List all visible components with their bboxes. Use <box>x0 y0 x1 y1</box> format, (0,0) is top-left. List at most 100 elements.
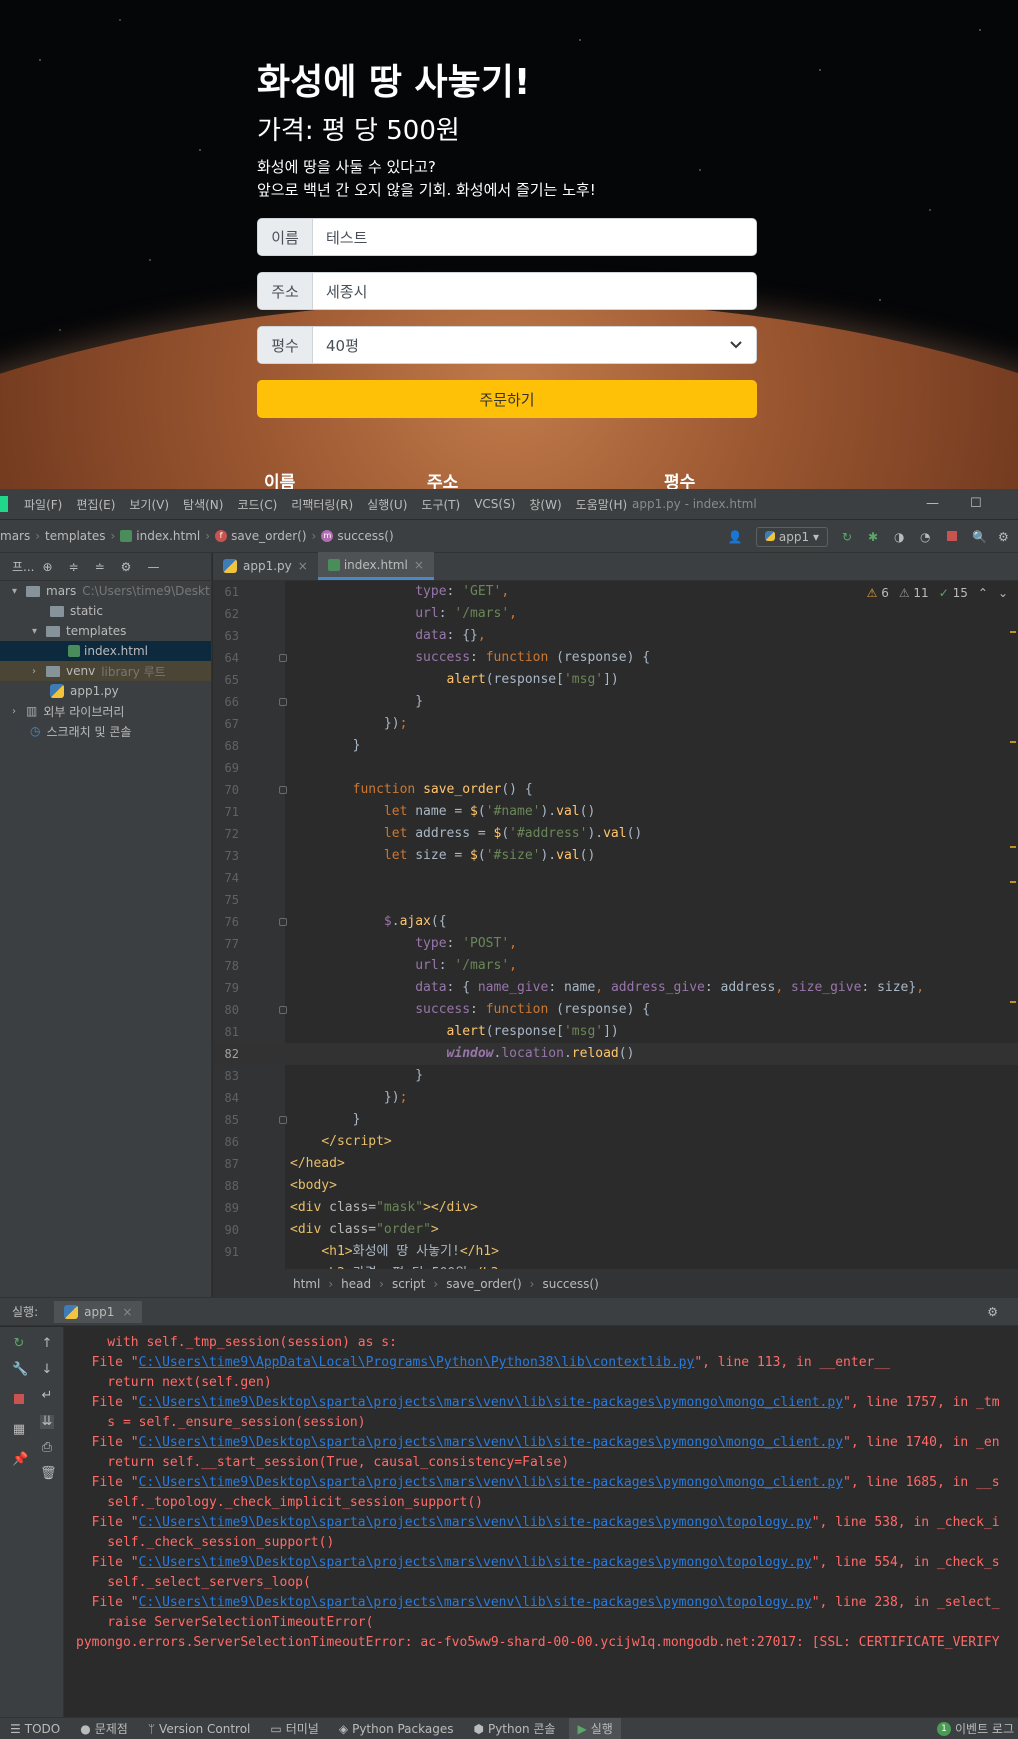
layout-icon[interactable]: ▦ <box>12 1423 26 1437</box>
gear-icon[interactable]: ⚙ <box>998 530 1012 544</box>
version-control-tool[interactable]: ᛘ Version Control <box>148 1722 251 1736</box>
rerun-icon[interactable]: ↻ <box>842 530 856 544</box>
menu-refactor[interactable]: 리팩터링(R) <box>291 496 353 513</box>
run-tool[interactable]: ▶ 실행 <box>569 1718 621 1739</box>
wrench-icon[interactable]: 🔧 <box>12 1363 28 1377</box>
project-panel-title[interactable]: 프... <box>12 558 34 575</box>
settings-icon[interactable]: ⚙ <box>121 560 132 574</box>
chevron-right-icon[interactable]: › <box>12 706 24 717</box>
stop-icon[interactable] <box>12 1393 26 1407</box>
error-stripe-marker[interactable] <box>1010 631 1016 633</box>
code-crumb-html[interactable]: html <box>293 1277 320 1291</box>
profile-icon[interactable]: ◔ <box>920 530 934 544</box>
menu-file[interactable]: 파일(F) <box>24 496 62 513</box>
close-icon[interactable]: × <box>298 559 308 573</box>
error-stripe-marker[interactable] <box>1010 881 1016 883</box>
tree-item-scratches[interactable]: ◷ 스크래치 및 콘솔 <box>0 721 211 741</box>
expand-all-icon[interactable]: ≑ <box>69 560 79 574</box>
chevron-right-icon[interactable]: › <box>32 666 44 677</box>
file-link[interactable]: C:\Users\time9\Desktop\sparta\projects\m… <box>139 1395 843 1410</box>
python-packages-tool[interactable]: ◈ Python Packages <box>339 1722 454 1736</box>
fold-marker[interactable] <box>279 698 287 706</box>
breadcrumb-mars[interactable]: mars <box>0 529 30 543</box>
tree-item-index-html[interactable]: index.html <box>0 641 211 661</box>
arrow-up-icon[interactable]: ↑ <box>40 1337 54 1351</box>
menu-vcs[interactable]: VCS(S) <box>474 497 515 511</box>
rerun-icon[interactable]: ↻ <box>12 1337 26 1351</box>
code-crumb-script[interactable]: script <box>392 1277 425 1291</box>
fold-marker[interactable] <box>279 654 287 662</box>
file-link[interactable]: C:\Users\time9\Desktop\sparta\projects\m… <box>139 1595 812 1610</box>
code-area[interactable]: ⚠ 6 ⚠ 11 ✓ 15 ⌃ ⌄ 61 type: 'GET', 62 url… <box>213 581 1018 1269</box>
file-link[interactable]: C:\Users\time9\Desktop\sparta\projects\m… <box>139 1435 843 1450</box>
file-link[interactable]: C:\Users\time9\AppData\Local\Programs\Py… <box>139 1355 695 1370</box>
close-icon[interactable]: × <box>414 558 424 572</box>
problems-tool[interactable]: ● 문제점 <box>80 1720 128 1737</box>
run-config-select[interactable]: app1 ▾ <box>755 527 828 547</box>
gear-icon[interactable]: ⚙ <box>987 1305 998 1319</box>
name-input[interactable]: 테스트 <box>313 219 756 255</box>
breadcrumb-templates[interactable]: templates <box>45 529 105 543</box>
error-stripe-marker[interactable] <box>1010 741 1016 743</box>
user-icon[interactable]: 👤 <box>728 530 743 544</box>
menu-run[interactable]: 실행(U) <box>367 496 407 513</box>
address-input[interactable]: 세종시 <box>313 273 756 309</box>
close-icon[interactable]: × <box>122 1305 132 1319</box>
tree-item-mars[interactable]: ▾ mars C:\Users\time9\Deskt <box>0 581 211 601</box>
pin-icon[interactable]: 📌 <box>12 1453 28 1467</box>
coverage-icon[interactable]: ◑ <box>894 530 908 544</box>
fold-marker[interactable] <box>279 786 287 794</box>
python-console-tool[interactable]: ⬢ Python 콘솔 <box>473 1720 555 1737</box>
tree-item-app1-py[interactable]: app1.py <box>0 681 211 701</box>
scroll-to-end-icon[interactable]: ⇊ <box>40 1415 54 1429</box>
tree-item-static[interactable]: static <box>0 601 211 621</box>
todo-tool[interactable]: ☰ TODO <box>10 1722 60 1736</box>
arrow-down-icon[interactable]: ↓ <box>40 1363 54 1377</box>
tab-index-html[interactable]: index.html × <box>317 552 434 580</box>
menu-help[interactable]: 도움말(H) <box>576 496 628 513</box>
terminal-tool[interactable]: ▭ 터미널 <box>270 1720 318 1737</box>
breadcrumb-success[interactable]: success() <box>337 529 393 543</box>
file-link[interactable]: C:\Users\time9\Desktop\sparta\projects\m… <box>139 1515 812 1530</box>
tab-app1-py[interactable]: app1.py × <box>213 552 318 580</box>
maximize-icon[interactable]: ☐ <box>970 496 982 511</box>
breadcrumb-save-order[interactable]: save_order() <box>231 529 306 543</box>
trash-icon[interactable]: 🗑 <box>40 1467 57 1481</box>
menu-view[interactable]: 보기(V) <box>129 496 169 513</box>
code-crumb-success[interactable]: success() <box>542 1277 598 1291</box>
event-log[interactable]: 1 이벤트 로그 <box>936 1720 1014 1737</box>
error-stripe-marker[interactable] <box>1010 846 1016 848</box>
code-crumb-save-order[interactable]: save_order() <box>446 1277 521 1291</box>
console-output[interactable]: with self._tmp_session(session) as s: Fi… <box>64 1327 1018 1718</box>
debug-icon[interactable]: ✱ <box>868 530 882 544</box>
code-crumb-head[interactable]: head <box>341 1277 371 1291</box>
hide-icon[interactable]: — <box>147 560 159 574</box>
menu-tools[interactable]: 도구(T) <box>421 496 460 513</box>
fold-marker[interactable] <box>279 918 287 926</box>
collapse-all-icon[interactable]: ≐ <box>95 560 105 574</box>
locate-icon[interactable]: ⊕ <box>42 560 52 574</box>
tree-item-templates[interactable]: ▾ templates <box>0 621 211 641</box>
search-icon[interactable]: 🔍 <box>972 530 987 544</box>
tree-item-venv[interactable]: › venv library 루트 <box>0 661 211 681</box>
print-icon[interactable]: ⎙ <box>40 1441 54 1455</box>
fold-marker[interactable] <box>279 1116 287 1124</box>
soft-wrap-icon[interactable]: ↵ <box>40 1389 54 1403</box>
menu-edit[interactable]: 편집(E) <box>76 496 115 513</box>
minimize-icon[interactable]: — <box>926 496 939 511</box>
error-stripe-marker[interactable] <box>1010 1001 1016 1003</box>
menu-code[interactable]: 코드(C) <box>237 496 277 513</box>
tree-item-external-libraries[interactable]: › ▥ 외부 라이브러리 <box>0 701 211 721</box>
stop-icon[interactable] <box>946 530 960 544</box>
run-tab-app1[interactable]: app1 × <box>54 1300 143 1323</box>
size-select[interactable]: 40평 <box>313 327 756 363</box>
breadcrumb-index-html[interactable]: index.html <box>136 529 200 543</box>
chevron-down-icon[interactable]: ▾ <box>32 626 44 637</box>
chevron-down-icon[interactable]: ▾ <box>12 586 24 597</box>
file-link[interactable]: C:\Users\time9\Desktop\sparta\projects\m… <box>139 1555 812 1570</box>
file-link[interactable]: C:\Users\time9\Desktop\sparta\projects\m… <box>139 1475 843 1490</box>
menu-navigate[interactable]: 탐색(N) <box>183 496 223 513</box>
order-button[interactable]: 주문하기 <box>257 380 757 418</box>
fold-marker[interactable] <box>279 1006 287 1014</box>
menu-window[interactable]: 창(W) <box>529 496 561 513</box>
